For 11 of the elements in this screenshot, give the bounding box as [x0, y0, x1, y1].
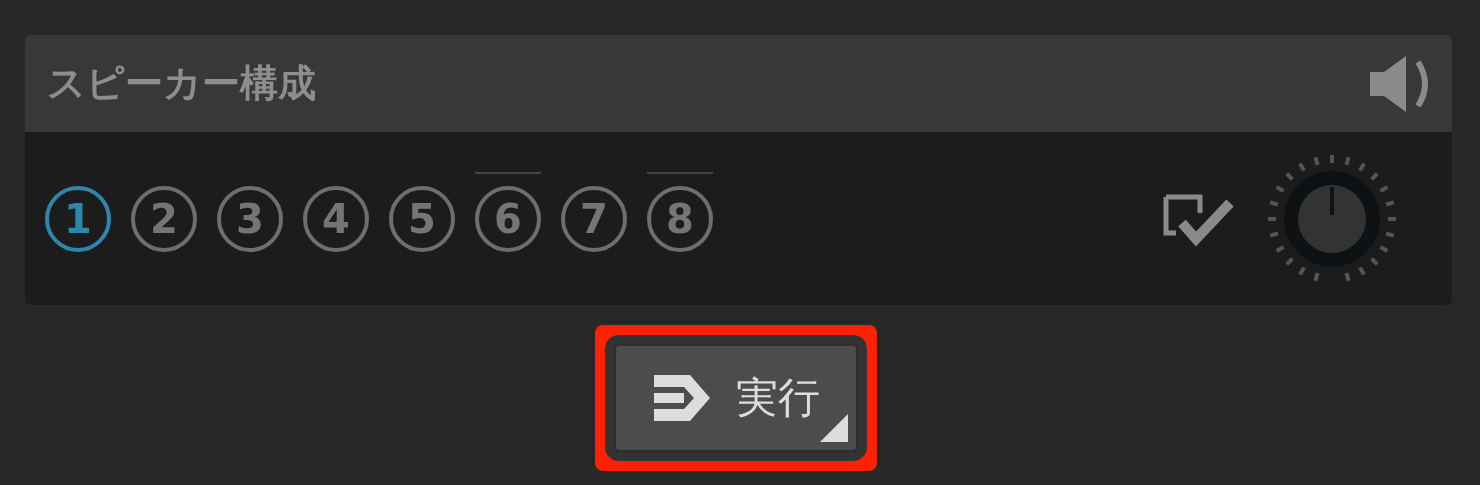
corner-triangle-icon	[819, 414, 848, 442]
panel-title: スピーカー構成	[47, 60, 316, 107]
preset-button[interactable]: 3	[217, 185, 283, 252]
run-icon	[651, 373, 712, 423]
preset-button[interactable]: 1	[45, 185, 111, 252]
preset-button[interactable]: 8	[647, 185, 713, 252]
preset-button[interactable]: 4	[303, 185, 369, 252]
preset-button[interactable]: 5	[389, 185, 455, 252]
preset-button[interactable]: 6	[475, 185, 541, 252]
preset-button[interactable]: 7	[561, 185, 627, 252]
preset-button[interactable]: 2	[131, 185, 197, 252]
